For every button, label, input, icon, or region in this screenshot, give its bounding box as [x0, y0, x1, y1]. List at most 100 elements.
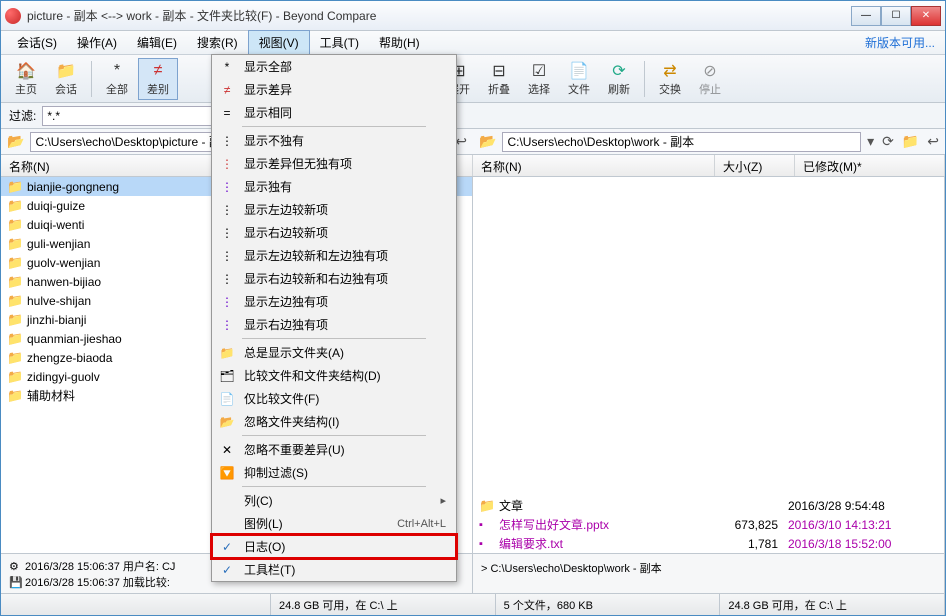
- col-name-right[interactable]: 名称(N): [473, 155, 715, 176]
- menu-item[interactable]: 📂忽略文件夹结构(I): [212, 410, 456, 433]
- home-button[interactable]: 🏠主页: [7, 59, 45, 99]
- menu-item[interactable]: =显示相同: [212, 101, 456, 124]
- menu-item[interactable]: ⋮显示左边较新项: [212, 198, 456, 221]
- menu-item[interactable]: ✓日志(O): [212, 535, 456, 558]
- col-size-right[interactable]: 大小(Z): [715, 155, 795, 176]
- column-headers: 名称(N) 名称(N) 大小(Z) 已修改(M)*: [1, 155, 945, 177]
- shortcut-label: Ctrl+Alt+L: [397, 518, 446, 530]
- all-button[interactable]: *全部: [98, 59, 136, 99]
- menu-item[interactable]: ⋮ 显示独有: [212, 175, 456, 198]
- menu-edit[interactable]: 编辑(E): [127, 31, 187, 54]
- status-empty: [1, 594, 271, 615]
- collapse-button[interactable]: ⊟折叠: [480, 59, 518, 99]
- menu-item[interactable]: 列(C)▸: [212, 489, 456, 512]
- file-name: 文章: [499, 497, 718, 514]
- menu-item[interactable]: ✕忽略不重要差异(U): [212, 438, 456, 461]
- menu-item-label: 仅比较文件(F): [244, 390, 319, 407]
- filter-label: 过滤:: [9, 107, 36, 124]
- stop-button[interactable]: ⊘停止: [691, 59, 729, 99]
- folder-browse-icon[interactable]: 📂: [477, 133, 498, 150]
- menu-view[interactable]: 视图(V): [248, 30, 310, 55]
- menu-item-icon: *: [218, 60, 236, 74]
- filter-input[interactable]: [42, 106, 222, 126]
- menu-item[interactable]: 📁总是显示文件夹(A): [212, 341, 456, 364]
- log-right: > C:\Users\echo\Desktop\work - 副本: [473, 554, 945, 593]
- file-list-right[interactable]: 📁文章2016/3/28 9:54:48▪怎样写出好文章.pptx673,825…: [473, 177, 944, 553]
- list-item[interactable]: 📁文章2016/3/28 9:54:48: [473, 496, 944, 515]
- menu-item-label: 显示全部: [244, 58, 292, 75]
- menu-item[interactable]: ⋮显示不独有: [212, 129, 456, 152]
- menu-item[interactable]: ⋮显示右边独有项: [212, 313, 456, 336]
- diff-button[interactable]: ≠差别: [138, 58, 178, 100]
- status-right: 24.8 GB 可用，在 C:\ 上: [720, 594, 945, 615]
- menu-item[interactable]: ⋮显示左边独有项: [212, 290, 456, 313]
- maximize-button[interactable]: ☐: [881, 6, 911, 26]
- folder-icon: 📁: [7, 369, 21, 385]
- view-menu-dropdown[interactable]: *显示全部≠显示差异=显示相同⋮显示不独有⋮显示差异但无独有项⋮显示独有⋮显示左…: [211, 54, 457, 582]
- menu-tools[interactable]: 工具(T): [310, 31, 369, 54]
- swap-icon: ⇄: [660, 61, 680, 81]
- path-input-right[interactable]: [502, 132, 861, 152]
- list-item[interactable]: ▪怎样写出好文章.pptx673,8252016/3/10 14:13:21: [473, 515, 944, 534]
- menu-help[interactable]: 帮助(H): [369, 31, 430, 54]
- menubar: 会话(S) 操作(A) 编辑(E) 搜索(R) 视图(V) 工具(T) 帮助(H…: [1, 31, 945, 55]
- menu-item-icon: 🔽: [218, 466, 236, 480]
- open-icon[interactable]: 📁: [900, 133, 921, 150]
- menu-actions[interactable]: 操作(A): [67, 31, 127, 54]
- menu-item[interactable]: ✓工具栏(T): [212, 558, 456, 581]
- status-left: 24.8 GB 可用，在 C:\ 上: [271, 594, 496, 615]
- menu-search[interactable]: 搜索(R): [187, 31, 248, 54]
- menu-session[interactable]: 会话(S): [7, 31, 67, 54]
- menu-item-label: 显示左边较新和左边独有项: [244, 247, 388, 264]
- window-title: picture - 副本 <--> work - 副本 - 文件夹比较(F) -…: [27, 7, 851, 24]
- col-modified-right[interactable]: 已修改(M)*: [795, 155, 945, 176]
- folder-icon: 📁: [7, 388, 21, 404]
- folder-browse-icon[interactable]: 📂: [5, 133, 26, 150]
- menu-item-label: 显示独有: [244, 178, 292, 195]
- close-button[interactable]: ✕: [911, 6, 941, 26]
- menu-item-label: 显示不独有: [244, 132, 304, 149]
- file-date: 2016/3/28 9:54:48: [788, 499, 938, 513]
- minimize-button[interactable]: —: [851, 6, 881, 26]
- separator: [644, 61, 645, 97]
- menu-item[interactable]: ⋮显示差异但无独有项: [212, 152, 456, 175]
- session-button[interactable]: 📁会话: [47, 59, 85, 99]
- menu-item[interactable]: 🔽抑制过滤(S): [212, 461, 456, 484]
- files-icon: 📄: [569, 61, 589, 81]
- select-button[interactable]: ☑选择: [520, 59, 558, 99]
- menu-item[interactable]: * 显示全部: [212, 55, 456, 78]
- list-item[interactable]: ▪编辑要求.txt1,7812016/3/18 15:52:00: [473, 534, 944, 553]
- refresh-button[interactable]: ⟳刷新: [600, 59, 638, 99]
- menu-item[interactable]: ⋮显示右边较新和右边独有项: [212, 267, 456, 290]
- menu-item[interactable]: 图例(L)Ctrl+Alt+L: [212, 512, 456, 535]
- history-icon[interactable]: ⟳: [880, 133, 896, 150]
- folder-icon: 📁: [7, 331, 21, 347]
- files-button[interactable]: 📄文件: [560, 59, 598, 99]
- menu-item[interactable]: 📄仅比较文件(F): [212, 387, 456, 410]
- menu-item[interactable]: ⋮ 显示左边较新和左边独有项: [212, 244, 456, 267]
- collapse-icon: ⊟: [489, 61, 509, 81]
- menu-item-icon: ⋮: [218, 180, 236, 194]
- menu-item-label: 列(C): [244, 492, 273, 509]
- file-date: 2016/3/18 15:52:00: [788, 537, 938, 551]
- menu-item-icon: =: [218, 106, 236, 120]
- menu-item-icon: ⋮: [218, 272, 236, 286]
- folder-icon: 📁: [7, 179, 21, 195]
- dropdown-icon[interactable]: ▾: [865, 133, 876, 150]
- update-link[interactable]: 新版本可用...: [865, 34, 935, 51]
- menu-item[interactable]: ≠显示差异: [212, 78, 456, 101]
- up-icon[interactable]: ↩: [925, 133, 941, 150]
- menu-item-icon: ⋮: [218, 249, 236, 263]
- menu-item[interactable]: 🗂比较文件和文件夹结构(D): [212, 364, 456, 387]
- stop-icon: ⊘: [700, 61, 720, 81]
- file-panels: 📁bianjie-gongneng📁duiqi-guize📁duiqi-went…: [1, 177, 945, 553]
- menu-item-icon: 🗂: [218, 369, 236, 383]
- menu-item-label: 日志(O): [244, 538, 285, 555]
- file-name: 怎样写出好文章.pptx: [499, 516, 718, 533]
- app-icon: [5, 8, 21, 24]
- swap-button[interactable]: ⇄交换: [651, 59, 689, 99]
- menu-item-icon: 📁: [218, 346, 236, 360]
- menu-item-label: 显示左边较新项: [244, 201, 328, 218]
- file-size: 673,825: [718, 518, 788, 532]
- menu-item[interactable]: ⋮显示右边较新项: [212, 221, 456, 244]
